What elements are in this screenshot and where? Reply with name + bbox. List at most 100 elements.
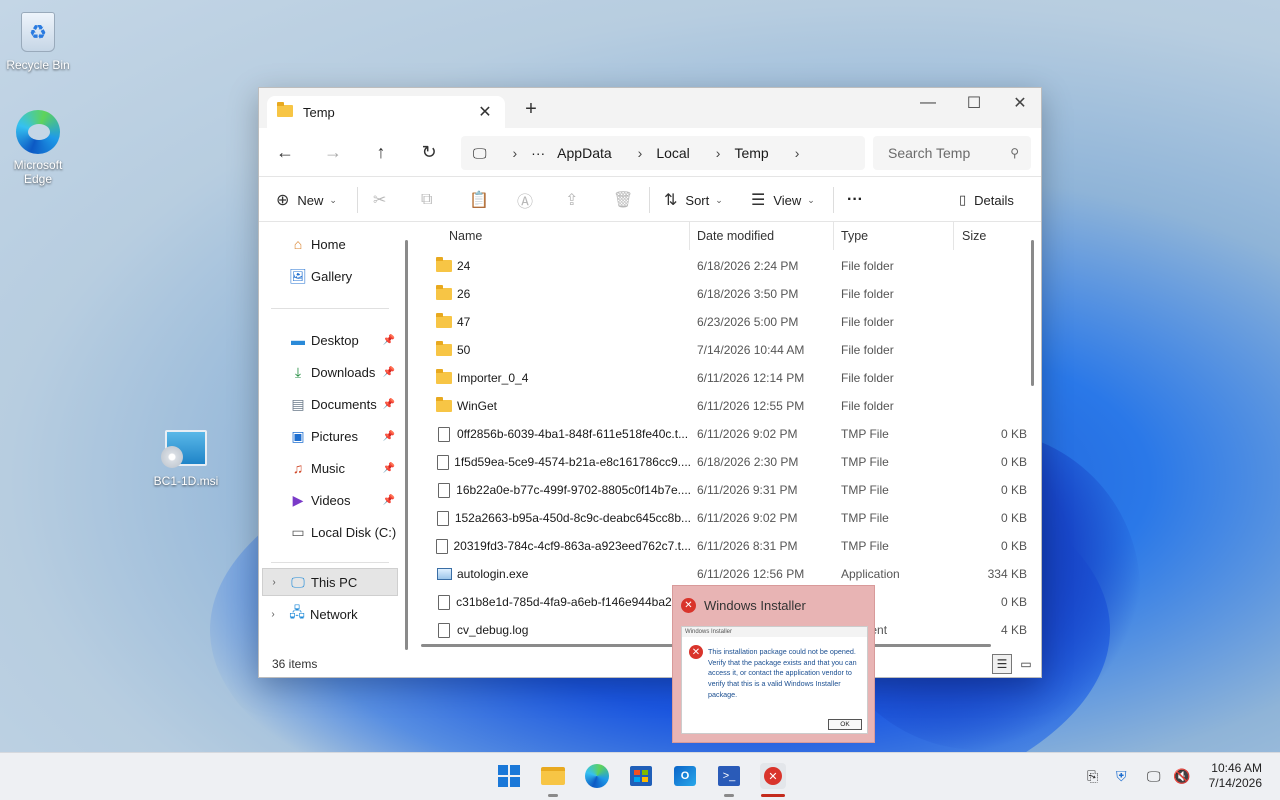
up-button[interactable]: ↑ — [365, 136, 397, 168]
file-date: 6/11/2026 12:14 PM — [697, 371, 805, 385]
share-icon: ⇪ — [565, 192, 579, 209]
paste-button[interactable]: 📋 — [469, 177, 489, 223]
column-header-name[interactable]: Name — [449, 222, 482, 250]
breadcrumb-temp[interactable]: Temp — [734, 145, 768, 161]
usb-icon[interactable]: ⎘ — [1087, 768, 1098, 785]
taskbar-error-app[interactable]: ✕ — [760, 763, 786, 797]
rename-button[interactable]: Ⓐ — [517, 177, 533, 223]
sidebar-item-music[interactable]: ♫ Music 📌 — [289, 454, 397, 482]
file-type: File folder — [841, 315, 894, 329]
more-options-button[interactable]: ··· — [847, 177, 863, 223]
status-bar: 36 items — [259, 651, 1041, 677]
address-bar[interactable]: 🖵 › ··· AppData › Local › Temp › — [461, 136, 865, 170]
file-name-cell: 16b22a0e-b77c-499f-9702-8805c0f14b7e.... — [435, 476, 691, 504]
sidebar-item-desktop[interactable]: ▬ Desktop 📌 — [289, 326, 397, 354]
details-pane-button[interactable]: ▯ Details — [959, 177, 1014, 223]
start-button[interactable] — [496, 763, 522, 789]
file-row[interactable]: 1f5d59ea-5ce9-4574-b21a-e8c161786cc9....… — [417, 448, 1027, 476]
tab-close-button[interactable]: ✕ — [475, 102, 495, 122]
breadcrumb-local[interactable]: Local — [656, 145, 689, 161]
file-row[interactable]: 50 7/14/2026 10:44 AM File folder — [417, 336, 1027, 364]
file-size — [957, 308, 1027, 336]
column-divider[interactable] — [689, 222, 690, 250]
column-header-type[interactable]: Type — [841, 222, 868, 250]
file-row[interactable]: WinGet 6/11/2026 12:55 PM File folder — [417, 392, 1027, 420]
ok-button[interactable]: OK — [828, 719, 862, 730]
search-input[interactable]: Search Temp ⚲ — [873, 136, 1031, 170]
file-row[interactable]: 47 6/23/2026 5:00 PM File folder — [417, 308, 1027, 336]
view-button[interactable]: ☰ View ⌄ — [751, 177, 815, 223]
file-row[interactable]: 0ff2856b-6039-4ba1-848f-611e518fe40c.t..… — [417, 420, 1027, 448]
taskbar-store[interactable] — [628, 763, 654, 789]
file-row[interactable]: autologin.exe 6/11/2026 12:56 PM Applicati… — [417, 560, 1027, 588]
sidebar-item-documents[interactable]: ▤ Documents 📌 — [289, 390, 397, 418]
chevron-down-icon: ⌄ — [715, 194, 723, 205]
sidebar-scrollbar[interactable] — [405, 240, 408, 650]
file-icon — [435, 538, 449, 554]
column-header-date[interactable]: Date modified — [697, 222, 774, 250]
forward-button[interactable]: → — [317, 136, 349, 168]
sidebar-item-this-pc[interactable]: › 🖵 This PC — [262, 568, 398, 596]
file-list-scrollbar[interactable] — [1031, 240, 1034, 386]
file-row[interactable]: Importer_0_4 6/11/2026 12:14 PM File folde… — [417, 364, 1027, 392]
file-row[interactable]: 26 6/18/2026 3:50 PM File folder — [417, 280, 1027, 308]
sort-button[interactable]: ⇅ Sort ⌄ — [664, 177, 723, 223]
file-name: 16b22a0e-b77c-499f-9702-8805c0f14b7e.... — [456, 483, 691, 497]
taskbar-file-explorer[interactable] — [540, 763, 566, 797]
taskbar-edge[interactable] — [584, 763, 610, 789]
share-button[interactable]: ⇪ — [565, 177, 578, 223]
file-row[interactable]: 152a2663-b95a-450d-8c9c-deabc645cc8b... 6… — [417, 504, 1027, 532]
title-bar: Temp ✕ + — ☐ ✕ — [259, 88, 1041, 128]
column-header-size[interactable]: Size — [962, 222, 986, 250]
sidebar-item-network[interactable]: › 🖧 Network — [262, 600, 402, 628]
new-tab-button[interactable]: + — [519, 98, 543, 121]
tiles-view-icon: ▭ — [1020, 657, 1032, 671]
network-icon[interactable]: 🖵 — [1147, 768, 1161, 785]
sort-label: Sort — [685, 192, 710, 208]
sidebar-item-videos[interactable]: ▶ Videos 📌 — [289, 486, 397, 514]
file-name-cell: autologin.exe — [435, 560, 691, 588]
breadcrumb-appdata[interactable]: AppData — [557, 145, 611, 161]
sidebar-item-gallery[interactable]: 🖼 Gallery — [289, 262, 429, 290]
file-size: 334 KB — [987, 567, 1027, 581]
tab-temp[interactable]: Temp ✕ — [267, 96, 505, 128]
column-divider[interactable] — [953, 222, 954, 250]
sidebar-item-downloads[interactable]: ⤓ Downloads 📌 — [289, 358, 397, 386]
details-view-toggle[interactable]: ☰ — [992, 654, 1012, 674]
clock[interactable]: 10:46 AM 7/14/2026 — [1209, 761, 1262, 791]
folder-icon — [435, 285, 453, 300]
desktop-icon-msi[interactable]: BC1-1D.msi — [148, 426, 224, 488]
desktop-icon-edge[interactable]: Microsoft Edge — [0, 110, 76, 186]
copy-button[interactable]: ⧉ — [421, 177, 432, 223]
tiles-view-toggle[interactable]: ▭ — [1016, 654, 1036, 674]
back-button[interactable]: ← — [269, 136, 301, 168]
delete-button[interactable]: 🗑 — [613, 177, 633, 223]
sidebar-item-home[interactable]: ⌂ Home — [289, 230, 429, 258]
taskbar-powershell[interactable]: >_ — [716, 763, 742, 797]
minimize-button[interactable]: — — [905, 88, 951, 118]
trash-icon: 🗑 — [613, 192, 634, 209]
file-row[interactable]: 16b22a0e-b77c-499f-9702-8805c0f14b7e....… — [417, 476, 1027, 504]
volume-muted-icon[interactable]: 🔇 — [1173, 768, 1190, 785]
cut-button[interactable]: ✂ — [373, 177, 386, 223]
refresh-button[interactable]: ↻ — [413, 136, 445, 168]
item-count: 36 items — [272, 657, 318, 671]
desktop-icon-recycle-bin[interactable]: ♻ Recycle Bin — [0, 10, 76, 72]
new-button[interactable]: ⊕ New ⌄ — [276, 177, 337, 223]
defender-alert-icon[interactable]: ⛨ — [1116, 768, 1127, 785]
file-row[interactable]: 20319fd3-784c-4cf9-863a-a923eed762c7.t..… — [417, 532, 1027, 560]
edge-icon — [585, 764, 609, 788]
clock-time: 10:46 AM — [1211, 761, 1262, 775]
folder-icon — [435, 313, 453, 328]
sidebar-item-local-disk[interactable]: ▭ Local Disk (C:) — [289, 518, 429, 546]
outlook-icon: O — [674, 766, 696, 786]
sidebar-item-pictures[interactable]: ▣ Pictures 📌 — [289, 422, 397, 450]
view-label: View — [773, 192, 802, 208]
maximize-button[interactable]: ☐ — [951, 88, 997, 118]
taskbar-outlook[interactable]: O — [672, 763, 698, 789]
breadcrumb-more[interactable]: ··· — [531, 145, 545, 161]
file-icon — [435, 622, 453, 638]
close-button[interactable]: ✕ — [997, 88, 1043, 118]
column-divider[interactable] — [833, 222, 834, 250]
file-row[interactable]: 24 6/18/2026 2:24 PM File folder — [417, 252, 1027, 280]
